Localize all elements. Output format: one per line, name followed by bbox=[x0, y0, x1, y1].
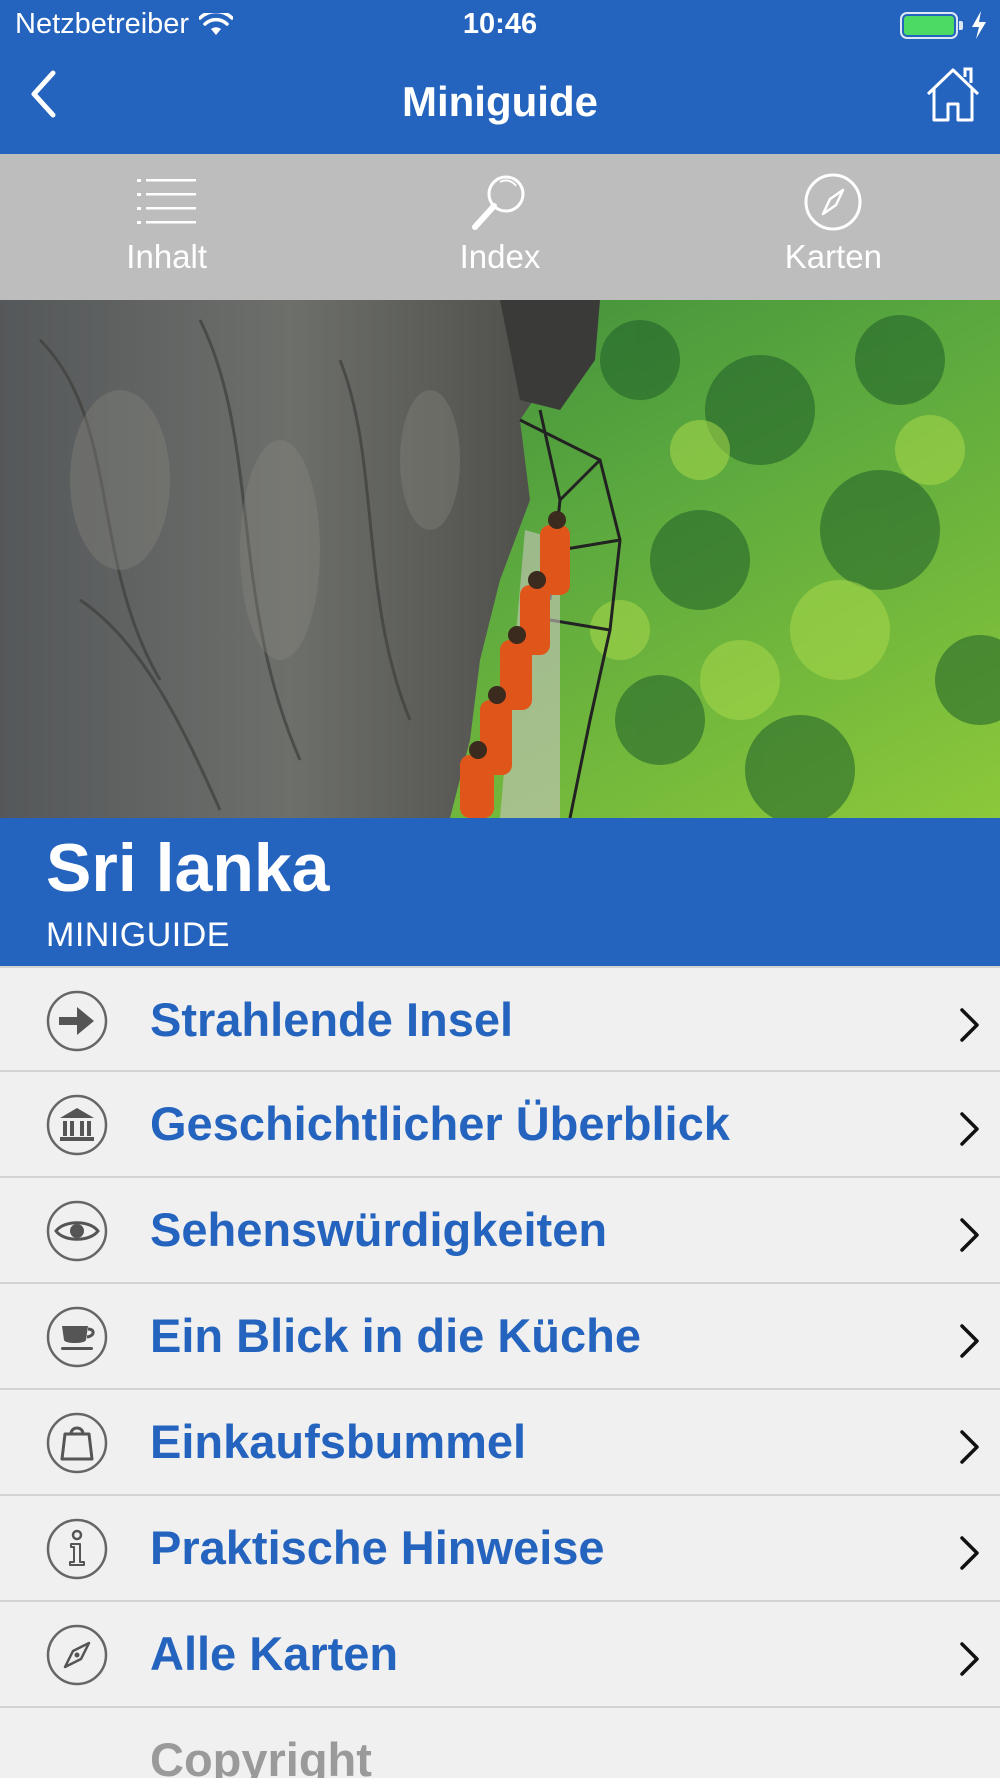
compass-icon bbox=[46, 1624, 108, 1686]
museum-icon bbox=[46, 1094, 108, 1156]
arrow-right-circle-icon bbox=[46, 990, 108, 1052]
charging-bolt-icon bbox=[972, 11, 986, 39]
list-item[interactable]: Geschichtlicher Überblick bbox=[0, 1072, 1000, 1178]
list-item-label: Praktische Hinweise bbox=[150, 1521, 605, 1574]
list-item-label: Sehenswürdigkeiten bbox=[150, 1203, 608, 1256]
shopping-bag-icon bbox=[46, 1412, 108, 1474]
list-item-label: Copyright bbox=[150, 1733, 372, 1778]
status-bar: Netzbetreiber 10:46 bbox=[0, 0, 1000, 50]
guide-header: Sri lanka MINIGUIDE bbox=[0, 818, 1000, 966]
magnifier-icon bbox=[471, 175, 525, 230]
chevron-right-icon bbox=[960, 1642, 979, 1676]
list-item-label: Geschichtlicher Überblick bbox=[150, 1097, 730, 1150]
guide-title: Sri lanka bbox=[46, 830, 330, 906]
battery-icon bbox=[900, 12, 963, 39]
compass-icon bbox=[804, 173, 862, 231]
battery-level bbox=[904, 16, 954, 35]
list-item-label: Einkaufsbummel bbox=[150, 1415, 527, 1468]
home-button[interactable] bbox=[922, 64, 984, 126]
tab-bar: Inhalt Index Karten bbox=[0, 154, 1000, 300]
page-title: Miniguide bbox=[402, 78, 598, 125]
list-icon bbox=[136, 179, 196, 224]
list-item-copyright[interactable]: Copyright bbox=[0, 1708, 1000, 1778]
chapter-list: Strahlende Insel Geschichtlicher Überbli… bbox=[0, 966, 1000, 1778]
chevron-right-icon bbox=[960, 1536, 979, 1570]
cup-icon bbox=[46, 1306, 108, 1368]
list-item[interactable]: Praktische Hinweise bbox=[0, 1496, 1000, 1602]
chevron-right-icon bbox=[960, 1430, 979, 1464]
home-icon bbox=[926, 67, 980, 122]
top-bar: Netzbetreiber 10:46 Miniguide bbox=[0, 0, 1000, 154]
list-item[interactable]: Einkaufsbummel bbox=[0, 1390, 1000, 1496]
tab-label: Index bbox=[459, 238, 541, 275]
list-item-label: Strahlende Insel bbox=[150, 993, 514, 1046]
eye-icon bbox=[46, 1200, 108, 1262]
tab-label: Karten bbox=[784, 238, 882, 275]
guide-subtitle: MINIGUIDE bbox=[46, 916, 230, 954]
list-item[interactable]: Ein Blick in die Küche bbox=[0, 1284, 1000, 1390]
chevron-right-icon bbox=[960, 1218, 979, 1252]
list-item[interactable]: Sehenswürdigkeiten bbox=[0, 1178, 1000, 1284]
chevron-right-icon bbox=[960, 1112, 979, 1146]
chevron-right-icon bbox=[960, 1324, 979, 1358]
list-item-label: Ein Blick in die Küche bbox=[150, 1309, 641, 1362]
tab-inhalt[interactable]: Inhalt bbox=[0, 154, 333, 300]
status-time: 10:46 bbox=[462, 8, 538, 40]
tab-index[interactable]: Index bbox=[333, 154, 666, 300]
tab-karten[interactable]: Karten bbox=[667, 154, 1000, 300]
info-icon bbox=[46, 1518, 108, 1580]
hero-photo bbox=[0, 300, 1000, 818]
list-item[interactable]: Alle Karten bbox=[0, 1602, 1000, 1708]
list-item[interactable]: Strahlende Insel bbox=[0, 966, 1000, 1072]
chevron-right-icon bbox=[960, 1008, 979, 1042]
tab-label: Inhalt bbox=[126, 238, 208, 275]
list-item-label: Alle Karten bbox=[150, 1627, 399, 1680]
